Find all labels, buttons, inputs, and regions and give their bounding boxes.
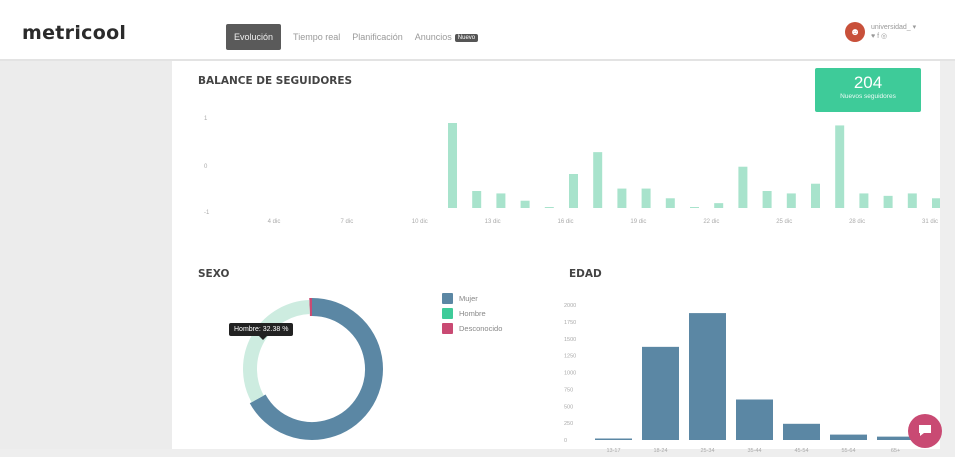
x-tick-label: 7 dic [341,219,354,225]
x-tick-label: 31 dic [922,219,938,225]
new-followers-value: 204 [815,73,921,93]
x-tick-label: 19 dic [630,219,646,225]
legend-label: Desconocido [459,324,502,333]
y-tick-label: -1 [204,210,210,216]
y-tick-label: 1 [204,116,208,122]
followers-bar[interactable] [642,189,651,208]
followers-bar[interactable] [472,191,481,208]
followers-bar[interactable] [496,193,505,208]
y-tick-label: 1500 [564,337,576,343]
nav-evolucion[interactable]: Evolución [226,24,281,50]
y-tick-label: 0 [204,164,208,170]
x-tick-label: 25 dic [776,219,792,225]
followers-bar[interactable] [617,189,626,208]
edad-title: EDAD [569,268,602,280]
followers-bar[interactable] [666,198,675,208]
x-tick-label: 28 dic [849,219,865,225]
y-tick-label: 1250 [564,354,576,360]
followers-title: BALANCE DE SEGUIDORES [198,75,352,87]
y-tick-label: 0 [564,438,567,444]
gender-legend: Mujer Hombre Desconocido [442,291,502,336]
age-bar[interactable] [783,424,820,440]
legend-item-mujer[interactable]: Mujer [442,291,502,306]
x-tick-label: 10 dic [412,219,428,225]
y-tick-label: 500 [564,404,573,410]
main-content: BALANCE DE SEGUIDORES 204 Nuevos seguido… [172,61,940,449]
y-tick-label: 250 [564,421,573,427]
legend-swatch [442,323,453,334]
x-tick-label: 22 dic [703,219,719,225]
age-chart: 02505007501000125015001750200013-1718-24… [562,297,922,457]
followers-bar[interactable] [714,203,723,208]
y-tick-label: 2000 [564,303,576,309]
legend-label: Hombre [459,309,486,318]
logo[interactable]: metricool [22,22,126,44]
legend-swatch [442,308,453,319]
age-bar[interactable] [642,347,679,440]
followers-bar[interactable] [569,174,578,208]
x-tick-label: 4 dic [268,219,281,225]
age-bar[interactable] [595,439,632,441]
nav-tiempo-real[interactable]: Tiempo real [287,24,346,50]
followers-bar[interactable] [690,207,699,208]
sidebar [0,61,172,449]
followers-bar[interactable] [859,193,868,208]
chat-button[interactable] [908,414,942,448]
donut-tooltip: Hombre: 32.38 % [229,323,293,336]
legend-swatch [442,293,453,304]
followers-bar[interactable] [593,152,602,208]
user-meta: universidad_ ▾ ♥ f ◎ [871,23,916,41]
x-tick-label: 13 dic [485,219,501,225]
user-name: universidad_ ▾ [871,23,916,32]
followers-chart: -1 0 1 4 dic 7 dic 10 dic 13 dic 16 dic 19 dic 22… [172,111,940,226]
followers-bar[interactable] [835,125,844,208]
nav-anuncios[interactable]: AnunciosNuevo [409,24,484,50]
nav-planificacion[interactable]: Planificación [346,24,409,50]
followers-bar[interactable] [932,198,940,208]
followers-bar[interactable] [884,196,893,208]
new-followers-label: Nuevos seguidores [815,93,921,100]
followers-bar[interactable] [811,184,820,208]
avatar[interactable]: ☻ [845,22,865,42]
followers-bar[interactable] [738,167,747,208]
legend-label: Mujer [459,294,478,303]
main-nav: Evolución Tiempo real Planificación Anun… [226,24,484,50]
y-tick-label: 1750 [564,320,576,326]
age-bar[interactable] [689,313,726,440]
age-bar[interactable] [736,400,773,441]
legend-item-desconocido[interactable]: Desconocido [442,321,502,336]
y-tick-label: 1000 [564,371,576,377]
donut-slice-hombre[interactable] [250,307,310,399]
chat-icon [917,424,933,438]
followers-bar[interactable] [545,207,554,208]
age-bar[interactable] [830,435,867,440]
followers-bar[interactable] [448,123,457,208]
legend-item-hombre[interactable]: Hombre [442,306,502,321]
gender-donut-chart [232,289,392,449]
network-icons: ♥ f ◎ [871,32,916,41]
new-followers-stat: 204 Nuevos seguidores [815,68,921,112]
sexo-title: SEXO [198,268,229,280]
followers-bar[interactable] [521,201,530,208]
followers-bar[interactable] [787,193,796,208]
y-tick-label: 750 [564,387,573,393]
x-tick-label: 16 dic [558,219,574,225]
nav-anuncios-label: Anuncios [415,32,452,42]
followers-bar[interactable] [763,191,772,208]
followers-bar[interactable] [908,193,917,208]
new-badge: Nuevo [455,34,478,42]
user-menu[interactable]: ☻ universidad_ ▾ ♥ f ◎ [845,22,916,42]
top-bar: metricool Evolución Tiempo real Planific… [0,0,955,61]
